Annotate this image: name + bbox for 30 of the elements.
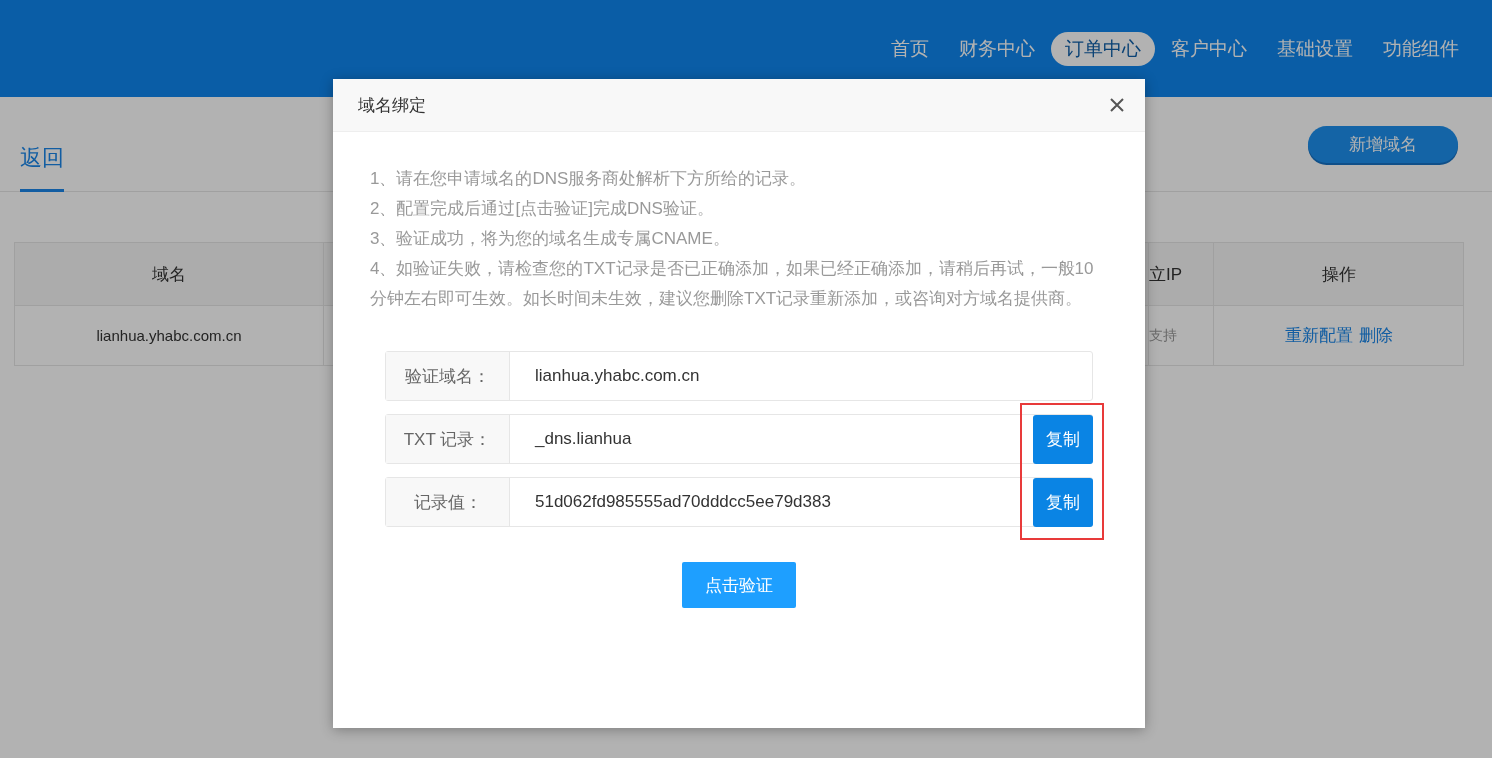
close-icon[interactable] xyxy=(1109,97,1125,113)
instruction-text: 3、验证成功，将为您的域名生成专属CNAME。 xyxy=(370,228,731,250)
table-cell: 支持 xyxy=(1149,327,1177,343)
field-label: TXT 记录： xyxy=(403,428,492,451)
field-value: 51d062fd985555ad70dddcc5ee79d383 xyxy=(535,492,831,512)
column-header: 立IP xyxy=(1149,264,1183,284)
copy-button[interactable]: 复制 xyxy=(1033,414,1093,464)
nav-item[interactable]: 首页 xyxy=(877,31,943,66)
column-header: 操作 xyxy=(1321,264,1356,284)
nav-item[interactable]: 客户中心 xyxy=(1157,31,1261,66)
instruction-text: 2、配置完成后通过[点击验证]完成DNS验证。 xyxy=(370,198,715,220)
action-link[interactable]: 删除 xyxy=(1358,326,1393,345)
action-link[interactable]: 重新配置 xyxy=(1284,326,1353,345)
field-label: 验证域名： xyxy=(405,365,490,388)
field-value: _dns.lianhua xyxy=(535,429,632,449)
instruction-text: 1、请在您申请域名的DNS服务商处解析下方所给的记录。 xyxy=(370,168,808,190)
nav-item[interactable]: 订单中心 xyxy=(1051,31,1155,66)
instruction-text: 4、如验证失败，请检查您的TXT记录是否已正确添加，如果已经正确添加，请稍后再试，一般10分钟左右即可生效。如长时间未生效，建议您删除TXT记录重新添加，或咨询对方域名提供商。 xyxy=(370,258,1095,310)
nav-item[interactable]: 功能组件 xyxy=(1369,31,1473,66)
field-value: lianhua.yhabc.com.cn xyxy=(535,366,700,386)
verify-button[interactable]: 点击验证 xyxy=(682,562,796,608)
dialog-title: 域名绑定 xyxy=(358,94,426,117)
back-tab[interactable]: 返回 xyxy=(20,143,64,192)
copy-button[interactable]: 复制 xyxy=(1033,477,1093,527)
nav-item[interactable]: 基础设置 xyxy=(1263,31,1367,66)
field-label: 记录值： xyxy=(413,491,482,514)
table-cell: lianhua.yhabc.com.cn xyxy=(96,327,242,344)
add-domain-button[interactable]: 新增域名 xyxy=(1308,125,1458,163)
column-header: 域名 xyxy=(152,264,186,284)
nav-item[interactable]: 财务中心 xyxy=(945,31,1049,66)
